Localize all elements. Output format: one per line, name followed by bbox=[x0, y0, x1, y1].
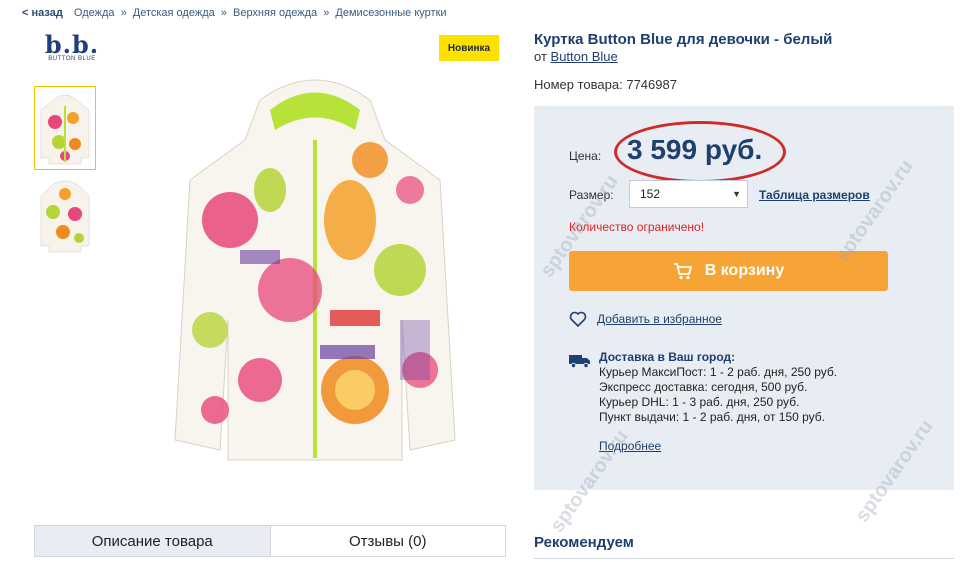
product-title: Куртка Button Blue для девочки - белый bbox=[534, 31, 833, 48]
delivery-option: Экспресс доставка: сегодня, 500 руб. bbox=[599, 380, 808, 394]
purchase-panel: Цена: 3 599 руб. Размер: 152 ▼ Таблица р… bbox=[534, 106, 954, 490]
add-to-favorites[interactable]: Добавить в избранное bbox=[569, 311, 722, 327]
product-image[interactable] bbox=[170, 70, 460, 470]
jacket-front-thumbnail bbox=[40, 94, 90, 165]
chevron-down-icon: ▼ bbox=[732, 189, 741, 199]
delivery-title: Доставка в Ваш город: bbox=[599, 350, 736, 364]
breadcrumb: < назад Одежда » Детская одежда » Верхня… bbox=[22, 7, 447, 19]
product-tabs: Описание товара Отзывы (0) bbox=[34, 525, 506, 557]
size-label: Размер: bbox=[569, 188, 614, 202]
new-badge: Новинка bbox=[439, 35, 499, 61]
recommend-divider bbox=[534, 558, 954, 559]
cart-icon bbox=[673, 262, 693, 280]
tab-description[interactable]: Описание товара bbox=[35, 526, 271, 556]
recommend-title: Рекомендуем bbox=[534, 534, 634, 551]
delivery-more-link[interactable]: Подробнее bbox=[599, 439, 837, 454]
breadcrumb-separator: » bbox=[120, 7, 127, 19]
thumbnail-back[interactable] bbox=[34, 174, 96, 258]
size-selected-value: 152 bbox=[640, 187, 661, 201]
brand-logo[interactable]: b.b. BUTTON BLUE bbox=[42, 30, 102, 63]
heart-icon bbox=[569, 311, 587, 327]
thumbnail-strip bbox=[34, 86, 96, 262]
product-sku: Номер товара: 7746987 bbox=[534, 77, 677, 92]
back-link[interactable]: < назад bbox=[22, 7, 63, 19]
delivery-info: Доставка в Ваш город: Курьер МаксиПост: … bbox=[569, 350, 837, 454]
size-table-link[interactable]: Таблица размеров bbox=[759, 188, 870, 202]
breadcrumb-item[interactable]: Одежда bbox=[74, 7, 115, 19]
thumbnail-front[interactable] bbox=[34, 86, 96, 170]
truck-icon bbox=[569, 354, 591, 373]
jacket-illustration bbox=[174, 79, 456, 461]
jacket-back-thumbnail bbox=[40, 180, 90, 253]
price-label: Цена: bbox=[569, 149, 602, 163]
price-value: 3 599 руб. bbox=[627, 134, 763, 165]
delivery-option: Курьер МаксиПост: 1 - 2 раб. дня, 250 ру… bbox=[599, 365, 838, 379]
tab-reviews[interactable]: Отзывы (0) bbox=[271, 526, 506, 556]
size-select[interactable]: 152 ▼ bbox=[629, 180, 748, 208]
delivery-option: Курьер DHL: 1 - 3 раб. дня, 250 руб. bbox=[599, 395, 800, 409]
breadcrumb-item[interactable]: Детская одежда bbox=[133, 7, 215, 19]
delivery-option: Пункт выдачи: 1 - 2 раб. дня, от 150 руб… bbox=[599, 410, 826, 424]
brand-logo-subtitle: BUTTON BLUE bbox=[48, 56, 96, 62]
product-brand-line: от Button Blue bbox=[534, 49, 618, 64]
breadcrumb-item[interactable]: Демисезонные куртки bbox=[335, 7, 446, 19]
brand-logo-mark: b.b. bbox=[44, 30, 100, 59]
add-to-cart-label: В корзину bbox=[704, 262, 785, 279]
add-to-cart-button[interactable]: В корзину bbox=[569, 251, 888, 291]
breadcrumb-separator: » bbox=[220, 7, 227, 19]
by-prefix: от bbox=[534, 49, 547, 64]
brand-link[interactable]: Button Blue bbox=[551, 49, 618, 64]
stock-limited-notice: Количество ограничено! bbox=[569, 220, 705, 234]
add-to-favorites-label: Добавить в избранное bbox=[597, 312, 722, 326]
breadcrumb-item[interactable]: Верхняя одежда bbox=[233, 7, 317, 19]
breadcrumb-separator: » bbox=[323, 7, 330, 19]
